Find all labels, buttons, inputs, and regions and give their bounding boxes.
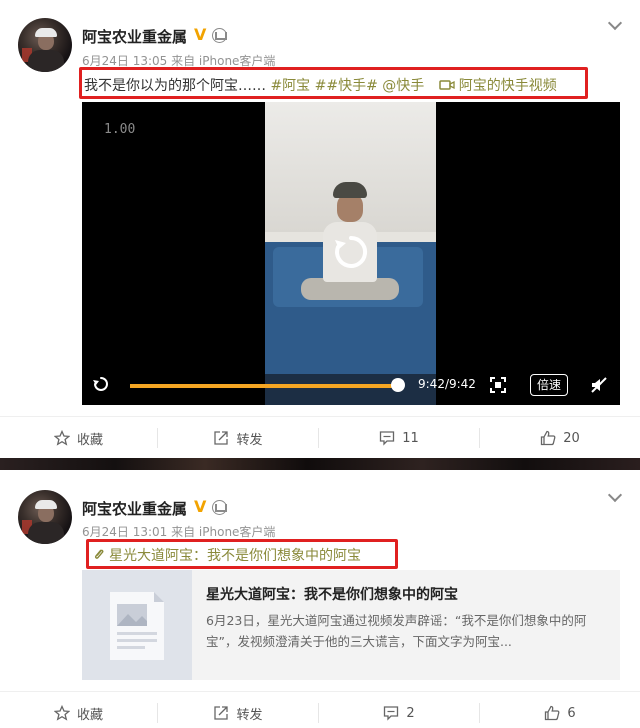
replay-icon[interactable] (329, 230, 373, 274)
repost-button[interactable]: 转发 (158, 692, 318, 728)
article-summary: 6月23日，星光大道阿宝通过视频发声辟谣：“我不是你们想象中的阿宝”，发视频澄清… (206, 613, 587, 649)
crown-icon (212, 500, 227, 515)
favorite-label: 收藏 (76, 707, 103, 723)
comment-count: 11 (402, 430, 419, 446)
playback-rate: 1.00 (104, 122, 136, 137)
thumbs-up-icon (541, 430, 556, 446)
like-count: 6 (567, 705, 576, 721)
comment-button[interactable]: 11 (319, 417, 479, 459)
favorite-button[interactable]: 收藏 (0, 692, 157, 728)
video-controls: 9:42/9:42 倍速 (82, 370, 620, 405)
progress-track[interactable] (130, 384, 398, 388)
username[interactable]: 阿宝农业重金属 (82, 26, 187, 47)
mute-icon[interactable] (590, 376, 608, 394)
like-button[interactable]: 6 (480, 692, 640, 728)
video-time: 9:42/9:42 (418, 377, 476, 391)
star-icon (53, 430, 70, 446)
comment-button[interactable]: 2 (319, 692, 479, 728)
verified-badge: V (194, 25, 207, 44)
progress-knob[interactable] (391, 378, 405, 392)
comment-count: 2 (406, 705, 415, 721)
hashtag-link[interactable]: ##快手# (315, 78, 378, 94)
video-player[interactable]: 1.00 9:42/9:42 倍速 (82, 102, 620, 405)
speed-button[interactable]: 倍速 (530, 374, 568, 396)
verified-badge: V (194, 497, 207, 516)
video-link[interactable]: 阿宝的快手视频 (439, 78, 557, 94)
weibo-post: 阿宝农业重金属 V 6月24日 13:01 来自 iPhone客户端 星光大道阿… (0, 470, 640, 728)
chevron-down-icon[interactable] (607, 15, 623, 31)
like-count: 20 (563, 430, 580, 446)
avatar[interactable] (18, 490, 72, 544)
replay-small-icon[interactable] (92, 375, 110, 393)
repost-icon (214, 431, 229, 445)
repost-label: 转发 (236, 432, 263, 448)
comment-icon (380, 431, 395, 446)
hashtag-link[interactable]: #阿宝 (270, 78, 310, 94)
article-thumbnail (82, 570, 192, 680)
repost-icon (214, 706, 229, 720)
video-icon (439, 80, 455, 90)
mention-link[interactable]: @快手 (382, 78, 424, 94)
username[interactable]: 阿宝农业重金属 (82, 498, 187, 519)
article-card[interactable]: 星光大道阿宝：我不是你们想象中的阿宝 6月23日，星光大道阿宝通过视频发声辟谣：… (82, 570, 620, 680)
video-link-label: 阿宝的快手视频 (458, 78, 557, 94)
post-separator (0, 458, 640, 470)
chevron-down-icon[interactable] (607, 487, 623, 503)
fullscreen-icon[interactable] (490, 377, 506, 393)
action-bar: 收藏 转发 2 6 (0, 691, 640, 728)
progress-fill (130, 384, 398, 388)
crown-icon (212, 28, 227, 43)
favorite-label: 收藏 (76, 432, 103, 448)
article-link-label: 星光大道阿宝：我不是你们想象中的阿宝 (109, 548, 361, 564)
repost-label: 转发 (236, 707, 263, 723)
document-icon (110, 592, 164, 660)
star-icon (53, 705, 70, 721)
avatar[interactable] (18, 18, 72, 72)
post-meta: 6月24日 13:01 来自 iPhone客户端 (82, 525, 276, 539)
thumbs-up-icon (545, 705, 560, 721)
comment-icon (384, 706, 399, 721)
article-title: 星光大道阿宝：我不是你们想象中的阿宝 (206, 587, 458, 603)
post-text: 我不是你以为的那个阿宝…… #阿宝 ##快手# @快手 阿宝的快手视频 (84, 75, 557, 95)
like-button[interactable]: 20 (480, 417, 640, 459)
favorite-button[interactable]: 收藏 (0, 417, 157, 459)
repost-button[interactable]: 转发 (158, 417, 318, 459)
article-link[interactable]: 星光大道阿宝：我不是你们想象中的阿宝 (93, 545, 361, 565)
action-bar: 收藏 转发 11 20 (0, 416, 640, 458)
link-icon (94, 549, 104, 559)
post-text-main: 我不是你以为的那个阿宝…… (84, 78, 266, 94)
weibo-post: 阿宝农业重金属 V 6月24日 13:05 来自 iPhone客户端 我不是你以… (0, 0, 640, 458)
